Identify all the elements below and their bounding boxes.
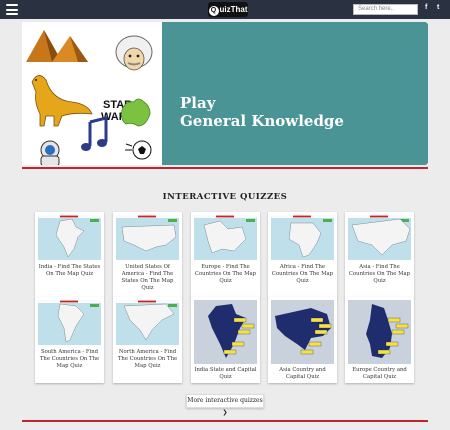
europe-capital-quiz-card[interactable]: Europe Country and Capital Quiz (345, 297, 414, 383)
map-thumbnail (348, 215, 411, 260)
quiz-card-label: Europe - Find The Countries On The Map Q… (194, 264, 257, 284)
quiz-card-label: North America - Find The Countries On Th… (117, 349, 178, 369)
quiz-card-label: India - Find The States On The Map Quiz (38, 264, 101, 277)
europe-map-quiz-card[interactable]: Europe - Find The Countries On The Map Q… (191, 212, 260, 298)
quiz-card-label: Africa - Find The Countries On The Map Q… (271, 264, 334, 284)
map-thumbnail (116, 215, 179, 260)
facebook-icon[interactable]: f (425, 4, 427, 11)
quiz-card-label: Asia - Find The Countries On The Map Qui… (348, 264, 411, 284)
section-title: INTERACTIVE QUIZZES (162, 192, 288, 202)
menu-icon[interactable] (6, 4, 18, 15)
hero-panel: Play General Knowledge (162, 22, 428, 165)
top-navigation-bar: QuizThat Search here.. f t (0, 0, 450, 19)
capital-map-thumbnail (271, 300, 334, 364)
twitter-icon[interactable]: t (437, 4, 439, 11)
quiz-card-label: India State and Capital Quiz (194, 367, 257, 380)
quiz-card-label: South America - Find The Countries On Th… (39, 349, 100, 369)
south-america-map-quiz-card[interactable]: South America - Find The Countries On Th… (35, 297, 104, 383)
map-thumbnail (271, 215, 334, 260)
logo-q-letter: Q (208, 6, 219, 16)
asia-map-quiz-card[interactable]: Asia - Find The Countries On The Map Qui… (345, 212, 414, 298)
astronaut-icon (40, 140, 60, 165)
pyramids-icon (26, 30, 88, 62)
logo-text: uizThat (219, 5, 248, 14)
dinosaur-icon (31, 75, 93, 127)
usa-map-quiz-card[interactable]: United States Of America - Find The Stat… (113, 212, 182, 298)
hero-title: Play General Knowledge (180, 94, 344, 130)
india-map-quiz-card[interactable]: India - Find The States On The Map Quiz (35, 212, 104, 298)
einstein-icon (115, 35, 153, 71)
map-thumbnail (38, 215, 101, 260)
north-america-map-quiz-card[interactable]: North America - Find The Countries On Th… (113, 297, 182, 383)
search-input[interactable]: Search here.. (353, 4, 418, 15)
quiz-card-label: United States Of America - Find The Stat… (121, 264, 174, 291)
asia-capital-quiz-card[interactable]: Asia Country and Capital Quiz (268, 297, 337, 383)
capital-map-thumbnail (194, 300, 257, 364)
map-thumbnail (194, 215, 257, 260)
india-capital-quiz-card[interactable]: India State and Capital Quiz (191, 297, 260, 383)
quiz-card-label: Asia Country and Capital Quiz (279, 367, 326, 380)
quiz-card-label: Europe Country and Capital Quiz (352, 367, 407, 380)
divider-top (22, 167, 428, 169)
general-knowledge-illustration: STAR WARS (26, 30, 153, 165)
africa-map-quiz-card[interactable]: Africa - Find The Countries On The Map Q… (268, 212, 337, 298)
site-logo[interactable]: QuizThat (208, 2, 248, 17)
hero-banner[interactable]: STAR WARS Play General Knowledge (22, 22, 428, 165)
more-quizzes-button[interactable]: More interactive quizzes ❯ (186, 394, 264, 416)
map-thumbnail (38, 300, 101, 345)
soccer-ball-icon (125, 140, 152, 160)
divider-bottom (22, 420, 428, 422)
map-thumbnail (116, 300, 179, 345)
capital-map-thumbnail (348, 300, 411, 364)
